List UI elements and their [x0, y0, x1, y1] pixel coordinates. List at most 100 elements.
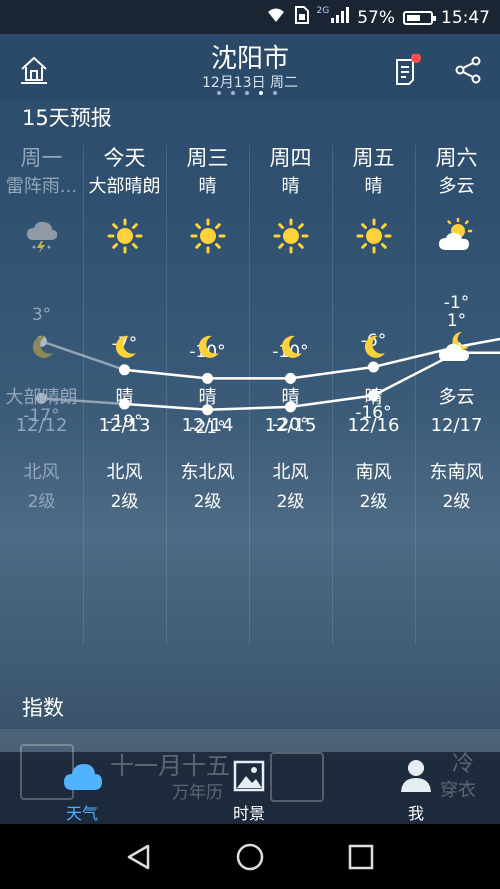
system-nav-bar: [0, 824, 500, 889]
notes-icon[interactable]: [392, 53, 424, 86]
wind-direction: 北风: [272, 462, 309, 483]
wind-info: 东南风 2级: [415, 458, 498, 512]
day-condition: 多云: [438, 176, 475, 197]
page-dot: [245, 91, 249, 95]
sun-cloud-icon: [415, 201, 498, 271]
date-label: 12/17: [430, 415, 483, 436]
page-indicator: [217, 91, 277, 95]
day-name: 周三: [186, 146, 229, 170]
wind-level: 2级: [110, 492, 139, 512]
night-condition: 大部晴朗: [5, 387, 78, 408]
moon-icon: [332, 322, 415, 372]
day-column[interactable]: 周四 晴: [249, 140, 332, 271]
sun-icon: [332, 201, 415, 271]
date-label: 12/13: [98, 415, 151, 436]
day-name: 今天: [103, 146, 146, 170]
moon-cloud-icon: [415, 322, 498, 372]
cold-label: 冷: [452, 752, 475, 777]
lunar-date: 十一月十五: [110, 752, 230, 780]
date-label: 12/16: [347, 415, 400, 436]
day-name: 周四: [269, 146, 312, 170]
wind-level: 2级: [27, 492, 56, 512]
date-label: 12/14: [181, 415, 234, 436]
night-column[interactable]: 晴 12/14: [166, 322, 249, 436]
page-dot: [273, 91, 277, 95]
day-condition: 晴: [198, 176, 217, 197]
day-column[interactable]: 今天 大部晴朗: [83, 140, 166, 271]
page-dot-active: [259, 91, 263, 95]
night-column[interactable]: 大部晴朗 12/12: [0, 322, 83, 436]
person-icon: [400, 758, 432, 796]
night-condition: 多云: [438, 387, 475, 408]
sun-icon: [83, 201, 166, 271]
night-condition: 晴: [115, 387, 134, 408]
battery-level: [407, 14, 420, 21]
clock: 15:47: [441, 7, 490, 28]
moon-icon: [83, 322, 166, 372]
wind-direction: 北风: [23, 462, 60, 483]
wind-level: 2级: [359, 492, 388, 512]
recent-apps-icon[interactable]: [348, 844, 374, 874]
night-column[interactable]: 晴 12/16: [332, 322, 415, 436]
wind-info: 北风 2级: [0, 458, 83, 512]
signal-icon: [331, 7, 350, 28]
dress-label: 穿衣: [440, 780, 476, 801]
wind-direction: 东北风: [180, 462, 235, 483]
app-header: 沈阳市 12月13日 周二: [0, 34, 500, 100]
sim-icon: [294, 6, 309, 29]
sun-icon: [249, 201, 332, 271]
network-type: 2G: [316, 5, 330, 16]
day-column[interactable]: 周三 晴: [166, 140, 249, 271]
forecast-section-title: 15天预报: [22, 106, 112, 130]
wind-direction: 东南风: [429, 462, 484, 483]
date-label: 12/12: [15, 415, 68, 436]
status-bar: 2G 57% 15:47: [0, 0, 500, 34]
moon-icon: [166, 322, 249, 372]
day-condition: 雷阵雨...: [5, 176, 78, 197]
thunder-rain-icon: [0, 201, 83, 271]
index-section-title: 指数: [22, 696, 64, 720]
share-icon[interactable]: [452, 54, 484, 86]
back-icon[interactable]: [126, 844, 152, 874]
wind-level: 2级: [276, 492, 305, 512]
day-name: 周一: [20, 146, 63, 170]
sun-icon: [166, 201, 249, 271]
city-title[interactable]: 沈阳市: [0, 38, 500, 75]
day-name: 周六: [435, 146, 478, 170]
photo-icon: [233, 760, 265, 796]
low-temp-label: -1°: [443, 292, 470, 313]
home-circle-icon[interactable]: [236, 843, 264, 875]
night-column[interactable]: 多云 12/17: [415, 322, 498, 436]
wind-level: 2级: [442, 492, 471, 512]
wind-level: 2级: [193, 492, 222, 512]
day-condition: 晴: [281, 176, 300, 197]
page-dot: [217, 91, 221, 95]
day-column[interactable]: 周六 多云: [415, 140, 498, 271]
night-column[interactable]: 晴 12/15: [249, 322, 332, 436]
day-name: 周五: [352, 146, 395, 170]
tab-label: 天气: [65, 804, 98, 823]
page-dot: [231, 91, 235, 95]
moon-icon: [0, 322, 83, 372]
wind-info: 南风 2级: [332, 458, 415, 512]
day-condition: 晴: [364, 176, 383, 197]
day-column[interactable]: 周一 雷阵雨...: [0, 140, 83, 271]
wifi-icon: [265, 6, 287, 29]
wind-info: 北风 2级: [83, 458, 166, 512]
night-column[interactable]: 晴 12/13: [83, 322, 166, 436]
bottom-tab-bar: 十一月十五 万年历 冷 穿衣 天气 时景 我: [0, 744, 500, 824]
day-column[interactable]: 周五 晴: [332, 140, 415, 271]
battery-percent: 57%: [357, 7, 395, 28]
date-label: 12/15: [264, 415, 317, 436]
date-subtitle: 12月13日 周二: [201, 75, 299, 91]
wind-direction: 北风: [106, 462, 143, 483]
wind-info: 东北风 2级: [166, 458, 249, 512]
night-condition: 晴: [364, 387, 383, 408]
cloud-icon: [63, 760, 103, 796]
tab-label: 我: [407, 804, 424, 823]
tab-label: 时景: [232, 804, 265, 823]
day-condition: 大部晴朗: [88, 176, 161, 197]
night-condition: 晴: [198, 387, 217, 408]
shirt-icon: [270, 752, 324, 802]
wind-direction: 南风: [355, 462, 392, 483]
